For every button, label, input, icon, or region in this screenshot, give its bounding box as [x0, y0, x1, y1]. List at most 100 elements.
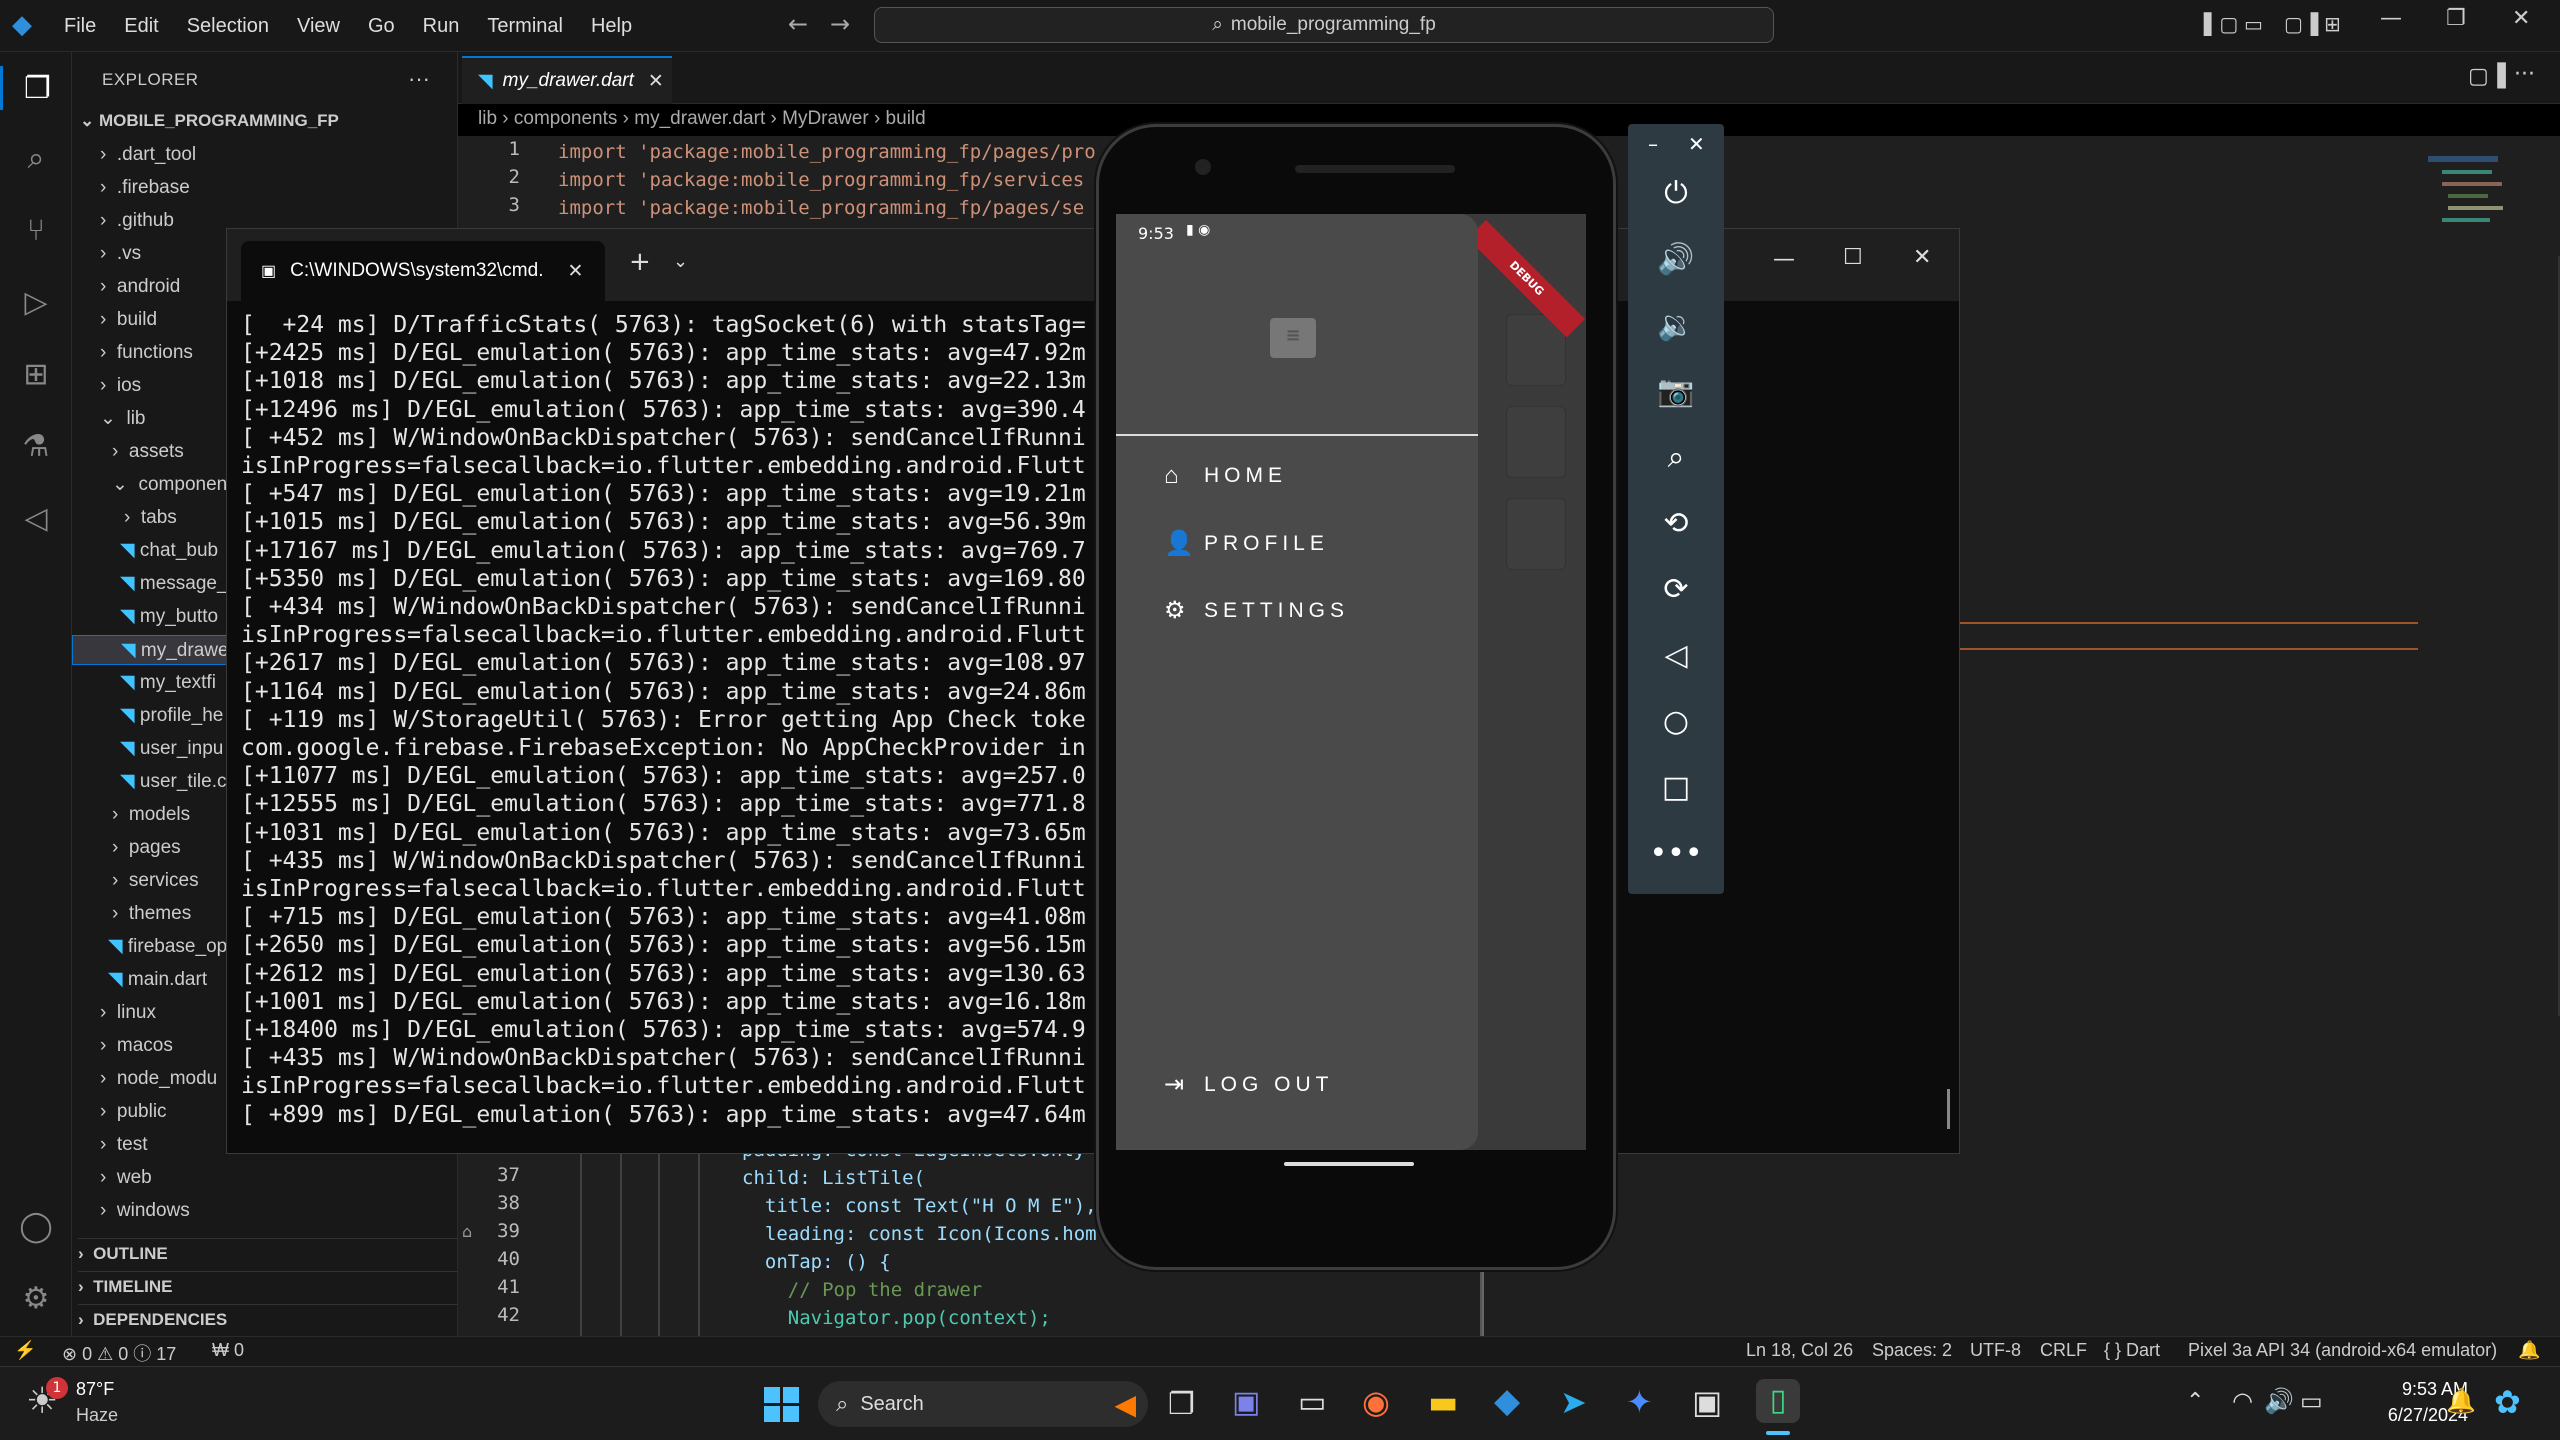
run-debug-icon[interactable]: ▷	[14, 280, 58, 324]
back-icon[interactable]: ◁	[1628, 638, 1724, 673]
breadcrumb[interactable]: lib › components › my_drawer.dart › MyDr…	[478, 108, 926, 130]
tree-item[interactable]: › test	[100, 1130, 148, 1160]
battery-icon[interactable]: ▭	[2300, 1387, 2323, 1415]
close-tab-icon[interactable]: ✕	[648, 70, 664, 93]
tree-item[interactable]: › .dart_tool	[100, 140, 196, 170]
menu-go[interactable]: Go	[354, 15, 409, 38]
cmd-app-icon[interactable]: ▣	[1692, 1383, 1722, 1421]
menu-edit[interactable]: Edit	[110, 15, 172, 38]
tree-item[interactable]: › .github	[100, 206, 174, 236]
tree-item[interactable]: › assets	[112, 437, 184, 467]
code-line[interactable]: leading: const Icon(Icons.hom	[742, 1220, 1097, 1248]
customize-layout-icon[interactable]: ⊞	[2324, 12, 2341, 36]
dependencies-section[interactable]: › DEPENDENCIES	[78, 1304, 458, 1334]
phone-screen[interactable]: DEBUG 9:53 ▮ ◉ ≡ ⌂ HOME 👤 PROFILE ⚙ SETT…	[1116, 214, 1586, 1150]
code-line[interactable]: Navigator.pop(context);	[742, 1304, 1051, 1332]
problems-indicator[interactable]: ⊗ 0 ⚠ 0 ⓘ 17	[62, 1340, 176, 1366]
tree-item[interactable]: › windows	[100, 1196, 190, 1226]
tree-item[interactable]: ◥ my_textfi	[120, 668, 216, 698]
drawer-item-settings[interactable]: ⚙ SETTINGS	[1164, 596, 1349, 625]
home-icon[interactable]: ○	[1628, 704, 1724, 739]
emulator-app-icon[interactable]: ▯	[1756, 1379, 1800, 1423]
volume-down-icon[interactable]: 🔉	[1628, 308, 1724, 343]
file-explorer-icon[interactable]: ▬	[1428, 1383, 1458, 1421]
testing-icon[interactable]: ⚗	[14, 424, 58, 468]
toggle-sidebar-icon[interactable]: ▌▢	[2204, 12, 2238, 36]
code-line[interactable]: import 'package:mobile_programming_fp/se…	[558, 166, 1084, 194]
back-arrow-icon[interactable]: ←	[788, 10, 808, 38]
tree-item[interactable]: ⌄ lib	[100, 404, 146, 434]
code-line[interactable]: child: ListTile(	[742, 1164, 925, 1192]
drawer-item-home[interactable]: ⌂ HOME	[1164, 462, 1287, 490]
encoding[interactable]: UTF-8	[1970, 1340, 2021, 1361]
tree-item[interactable]: › models	[112, 800, 190, 830]
rotate-left-icon[interactable]: ⟲	[1628, 506, 1724, 541]
new-tab-icon[interactable]: +	[629, 247, 651, 277]
dropdown-icon[interactable]: ⌄	[673, 251, 688, 272]
tree-item[interactable]: › pages	[112, 833, 181, 863]
tree-item[interactable]: › web	[100, 1163, 152, 1193]
timeline-section[interactable]: › TIMELINE	[78, 1271, 458, 1301]
menu-file[interactable]: File	[50, 15, 110, 38]
teams-icon[interactable]: ▣	[1232, 1385, 1260, 1420]
copilot-icon[interactable]: ✿	[2494, 1383, 2521, 1421]
tree-item[interactable]: › node_modu	[100, 1064, 217, 1094]
split-editor-icon[interactable]: ▢▐	[2468, 64, 2506, 89]
zoom-icon[interactable]: ⌕	[1628, 440, 1724, 475]
minimize-icon[interactable]: –	[1648, 132, 1658, 156]
maximize-icon[interactable]: ☐	[1843, 245, 1863, 270]
tree-item[interactable]: ⌄ componen	[112, 470, 227, 500]
line-ending[interactable]: CRLF	[2040, 1340, 2087, 1361]
restore-icon[interactable]: ❐	[2446, 6, 2466, 31]
tree-item[interactable]: › ios	[100, 371, 141, 401]
show-hidden-icons-icon[interactable]: ⌃	[2186, 1389, 2204, 1414]
drawer-item-logout[interactable]: ⇥ LOG OUT	[1164, 1070, 1334, 1099]
menu-selection[interactable]: Selection	[173, 15, 283, 38]
outline-section[interactable]: › OUTLINE	[78, 1238, 458, 1268]
more-actions-icon[interactable]: ···	[408, 66, 430, 92]
tree-item[interactable]: › macos	[100, 1031, 173, 1061]
close-icon[interactable]: ✕	[1913, 245, 1931, 270]
terminal-app-icon[interactable]: ▭	[1298, 1385, 1326, 1420]
extensions-icon[interactable]: ⊞	[14, 352, 58, 396]
more-actions-icon[interactable]: ···	[2514, 62, 2535, 87]
volume-icon[interactable]: 🔊	[2264, 1387, 2294, 1415]
code-line[interactable]: // Pop the drawer	[742, 1276, 982, 1304]
tree-item[interactable]: › build	[100, 305, 157, 335]
tree-item[interactable]: ◥ my_butto	[120, 602, 218, 632]
minimize-icon[interactable]: —	[2380, 6, 2402, 31]
code-line[interactable]: onTap: () {	[742, 1248, 891, 1276]
tree-item[interactable]: › android	[100, 272, 180, 302]
tree-item[interactable]: ◥ chat_bub	[120, 536, 218, 566]
source-control-icon[interactable]: ⑂	[14, 208, 58, 252]
workspace-root[interactable]: ⌄ MOBILE_PROGRAMMING_FP	[80, 106, 339, 136]
taskbar-search-box[interactable]: ⌕ Search ◀	[818, 1381, 1148, 1427]
tree-item[interactable]: › .firebase	[100, 173, 190, 203]
language-mode[interactable]: { } Dart	[2104, 1340, 2160, 1361]
close-icon[interactable]: ✕	[2512, 6, 2530, 31]
tree-item[interactable]: › public	[100, 1097, 167, 1127]
account-icon[interactable]: ◯	[14, 1204, 58, 1248]
camera-icon[interactable]: 📷	[1628, 374, 1724, 409]
scrollbar[interactable]	[1947, 1089, 1950, 1129]
start-windows-icon[interactable]	[764, 1387, 800, 1423]
command-center-search[interactable]: ⌕ mobile_programming_fp	[874, 7, 1774, 43]
close-icon[interactable]: ✕	[1688, 132, 1705, 156]
vscode-app-icon[interactable]: ◆	[1494, 1381, 1520, 1421]
tree-item[interactable]: › functions	[100, 338, 193, 368]
tab-my-drawer[interactable]: ◥ my_drawer.dart ✕	[462, 56, 672, 104]
search-icon[interactable]: ⌕	[14, 136, 58, 180]
menu-terminal[interactable]: Terminal	[473, 15, 577, 38]
menu-help[interactable]: Help	[577, 15, 646, 38]
notifications-bell-icon[interactable]: 🔔	[2518, 1340, 2540, 1361]
explorer-icon[interactable]: ❐	[0, 66, 72, 110]
tree-item[interactable]: › services	[112, 866, 199, 896]
minimize-icon[interactable]: —	[1773, 247, 1795, 272]
wifi-icon[interactable]: ◠	[2232, 1387, 2253, 1415]
tree-item[interactable]: ◥ firebase_op	[108, 932, 227, 962]
tree-item[interactable]: › themes	[112, 899, 191, 929]
tree-item[interactable]: ◥ main.dart	[108, 965, 207, 995]
gesture-nav-bar[interactable]	[1284, 1162, 1414, 1166]
tree-item[interactable]: › linux	[100, 998, 156, 1028]
tree-item[interactable]: › .vs	[100, 239, 141, 269]
